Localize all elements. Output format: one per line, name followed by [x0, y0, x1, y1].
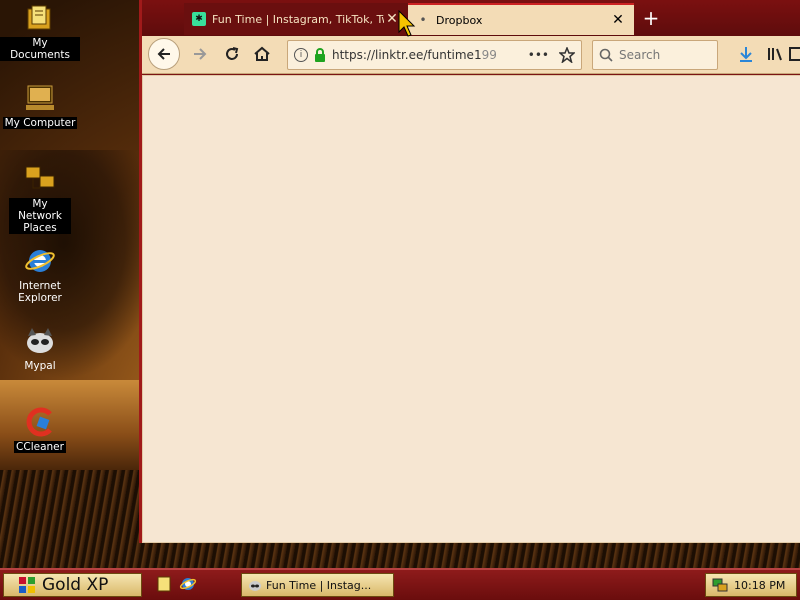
browser-window: ✱ Fun Time | Instagram, TikTok, Twitt ✕ …	[139, 0, 800, 543]
tab-title: Fun Time | Instagram, TikTok, Twitt	[212, 12, 384, 26]
sidebar-button[interactable]	[786, 40, 800, 68]
computer-icon	[23, 82, 57, 114]
desktop-icon-my-network-places[interactable]: My Network Places	[0, 163, 80, 234]
desktop-icon-label: My Network Places	[9, 198, 71, 234]
desktop-icon-label: Internet Explorer	[18, 280, 62, 304]
start-label: Gold XP	[42, 575, 109, 595]
desktop-icon-ccleaner[interactable]: CCleaner	[0, 406, 80, 453]
page-actions-button[interactable]: •••	[528, 48, 549, 62]
address-bar[interactable]: i https://linktr.ee/funtime199 •••	[287, 40, 582, 70]
reload-icon	[226, 47, 239, 60]
network-tray-icon[interactable]	[712, 577, 728, 593]
mypal-small-icon	[249, 581, 261, 591]
desktop-icon-internet-explorer[interactable]: Internet Explorer	[0, 245, 80, 304]
task-label: Fun Time | Instag...	[266, 578, 372, 592]
tab-dropbox[interactable]: • Dropbox ✕	[408, 3, 634, 35]
arrow-left-icon	[157, 48, 170, 60]
mypal-icon	[23, 325, 57, 357]
desktop-icon-my-documents[interactable]: My Documents	[0, 2, 80, 61]
new-tab-button[interactable]: +	[640, 6, 662, 30]
downloads-button[interactable]	[732, 40, 760, 68]
search-input[interactable]	[619, 48, 699, 62]
loading-dot-icon: •	[419, 13, 427, 27]
page-content-area[interactable]	[142, 75, 800, 543]
sidebar-icon	[789, 47, 800, 61]
taskbar-window-button[interactable]: Fun Time | Instag...	[241, 573, 394, 597]
tab-fun-time[interactable]: ✱ Fun Time | Instagram, TikTok, Twitt ✕	[184, 3, 408, 35]
url-text[interactable]: https://linktr.ee/funtime199	[332, 48, 522, 62]
navigation-toolbar: i https://linktr.ee/funtime199 •••	[142, 36, 800, 74]
clock[interactable]: 10:18 PM	[734, 579, 785, 592]
search-icon	[599, 48, 613, 62]
start-button[interactable]: Gold XP	[3, 573, 142, 597]
system-tray: 10:18 PM	[705, 573, 797, 597]
desktop-icon-label: CCleaner	[14, 441, 66, 453]
download-icon	[740, 47, 752, 62]
desktop-icon-label: Mypal	[24, 360, 56, 372]
mouse-cursor-icon	[398, 10, 416, 37]
desktop-icon-label: My Documents	[0, 37, 80, 61]
close-tab-icon[interactable]: ✕	[610, 12, 626, 28]
folder-documents-icon	[23, 2, 57, 34]
desktop-icon-label: My Computer	[2, 117, 78, 129]
forward-button[interactable]	[186, 40, 214, 68]
taskbar: Gold XP Fun Time | Instag... 10:18 PM	[0, 568, 800, 600]
home-button[interactable]	[248, 40, 276, 68]
quicklaunch-internet-explorer-icon[interactable]	[179, 575, 197, 593]
windows-logo-icon	[19, 577, 35, 593]
reload-button[interactable]	[218, 40, 246, 68]
library-icon	[768, 48, 782, 61]
search-box[interactable]	[592, 40, 718, 70]
network-places-icon	[23, 163, 57, 195]
info-icon[interactable]: i	[294, 48, 308, 62]
desktop-icon-mypal[interactable]: Mypal	[0, 325, 80, 372]
bookmark-star-icon[interactable]	[559, 47, 575, 63]
internet-explorer-icon	[23, 245, 57, 277]
arrow-right-icon	[194, 48, 207, 60]
back-button[interactable]	[148, 38, 180, 70]
ccleaner-icon	[23, 406, 57, 438]
desktop-icon-my-computer[interactable]: My Computer	[0, 82, 80, 129]
linktree-favicon-icon: ✱	[192, 12, 206, 26]
lock-icon	[315, 48, 325, 62]
tab-bar: ✱ Fun Time | Instagram, TikTok, Twitt ✕ …	[142, 0, 800, 36]
quicklaunch-show-desktop-icon[interactable]	[156, 575, 174, 593]
tab-title: Dropbox	[436, 13, 483, 27]
home-icon	[254, 46, 270, 61]
